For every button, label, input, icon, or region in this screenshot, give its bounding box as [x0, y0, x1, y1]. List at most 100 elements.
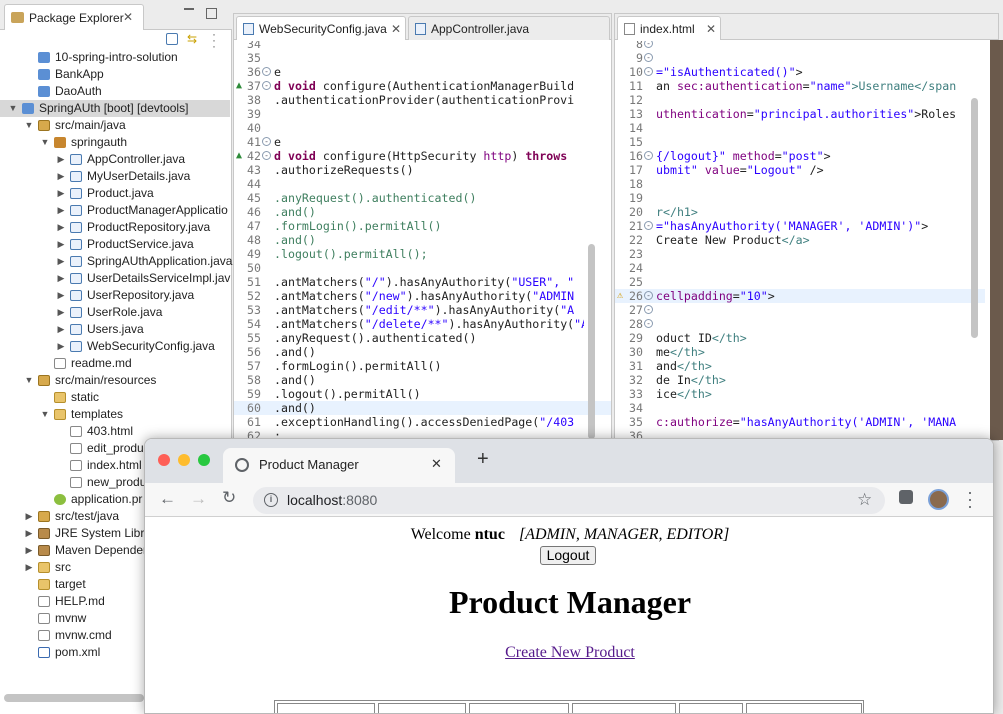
address-bar[interactable]: i localhost:8080 ☆	[253, 487, 885, 514]
reload-icon[interactable]: ↻	[222, 488, 236, 508]
tree-item[interactable]: ▶ UserRepository.java	[0, 287, 230, 304]
override-marker-icon[interactable]: ▲	[236, 79, 242, 93]
chevron-right-icon[interactable]: ▶	[24, 559, 34, 576]
forward-icon[interactable]: →	[190, 489, 207, 509]
chevron-right-icon[interactable]: ▶	[56, 253, 66, 270]
tree-item[interactable]: BankApp	[0, 66, 230, 83]
chevron-right-icon[interactable]: ▶	[24, 508, 34, 525]
tree-item[interactable]: ▼ SpringAUth [boot] [devtools]	[0, 100, 230, 117]
browser-tab[interactable]: Product Manager ✕	[223, 448, 455, 483]
tree-item[interactable]: ▼ springauth	[0, 134, 230, 151]
chevron-right-icon[interactable]: ▶	[56, 185, 66, 202]
fold-toggle-icon[interactable]: -	[262, 151, 271, 160]
chevron-down-icon[interactable]: ▼	[40, 406, 50, 423]
fold-toggle-icon[interactable]: -	[644, 41, 653, 48]
code-line: 59 .logout().permitAll()	[234, 387, 611, 401]
fold-toggle-icon[interactable]: -	[262, 81, 271, 90]
chevron-down-icon[interactable]: ▼	[24, 372, 34, 389]
tree-item[interactable]: ▶ ProductRepository.java	[0, 219, 230, 236]
extensions-icon[interactable]	[899, 490, 913, 504]
chevron-right-icon[interactable]: ▶	[24, 525, 34, 542]
minimize-icon[interactable]	[184, 8, 194, 10]
package-explorer-tab[interactable]: Package Explorer ✕	[4, 4, 144, 30]
fold-toggle-icon[interactable]: -	[644, 319, 653, 328]
tree-item[interactable]: ▶ WebSecurityConfig.java	[0, 338, 230, 355]
create-product-link[interactable]: Create New Product	[505, 644, 635, 661]
vertical-scrollbar[interactable]	[971, 98, 978, 338]
chevron-down-icon[interactable]: ▼	[40, 134, 50, 151]
more-icon[interactable]: · · ·	[967, 483, 973, 515]
tree-item[interactable]: ▶ ProductService.java	[0, 236, 230, 253]
java-code-area[interactable]: 34 35 36- e 37 ▲ - d void configure(Authenticat…	[234, 41, 611, 440]
logout-button[interactable]: Logout	[540, 546, 596, 565]
vertical-scrollbar[interactable]	[588, 244, 595, 439]
html-code-area[interactable]: 8-9-10- ="isAuthenticated()"> 11 an sec:aut…	[615, 41, 985, 440]
fold-toggle-icon[interactable]: -	[644, 305, 653, 314]
file-icon	[70, 426, 82, 437]
chevron-right-icon[interactable]: ▶	[56, 202, 66, 219]
folder-icon	[38, 562, 50, 573]
view-menu-icon[interactable]: · · ·	[212, 28, 216, 52]
info-icon[interactable]: i	[264, 493, 278, 507]
fold-toggle-icon[interactable]: -	[644, 53, 653, 62]
chevron-right-icon[interactable]: ▶	[56, 219, 66, 236]
tree-item[interactable]: ▶ MyUserDetails.java	[0, 168, 230, 185]
link-editor-icon[interactable]: ⇆	[187, 32, 197, 46]
tree-item[interactable]: static	[0, 389, 230, 406]
warning-icon[interactable]: ⚠	[617, 289, 623, 303]
page-heading: Product Manager	[448, 584, 692, 620]
tree-item[interactable]: DaoAuth	[0, 83, 230, 100]
chevron-right-icon[interactable]: ▶	[56, 236, 66, 253]
fold-toggle-icon[interactable]: -	[644, 291, 653, 300]
fold-toggle-icon[interactable]: -	[262, 67, 271, 76]
chevron-right-icon[interactable]: ▶	[56, 304, 66, 321]
fold-toggle-icon[interactable]: -	[644, 151, 653, 160]
tab-index-html[interactable]: index.html ✕	[617, 16, 721, 40]
close-icon[interactable]: ✕	[123, 10, 133, 24]
star-icon[interactable]: ☆	[857, 490, 872, 510]
close-window-button[interactable]	[158, 454, 170, 466]
tree-item[interactable]: ▼ src/main/java	[0, 117, 230, 134]
fold-toggle-icon[interactable]: -	[262, 137, 271, 146]
collapse-all-icon[interactable]	[166, 33, 178, 45]
chevron-down-icon[interactable]: ▼	[24, 117, 34, 134]
tree-item[interactable]: ▶ ProductManagerApplicatio	[0, 202, 230, 219]
tree-item[interactable]: ▶ SpringAUthApplication.java	[0, 253, 233, 270]
maximize-icon[interactable]	[206, 8, 217, 19]
chevron-right-icon[interactable]: ▶	[24, 542, 34, 559]
tree-item[interactable]: readme.md	[0, 355, 230, 372]
tab-websecurityconfig[interactable]: WebSecurityConfig.java ✕	[236, 16, 406, 40]
new-tab-icon[interactable]: +	[477, 448, 489, 471]
globe-icon	[235, 458, 249, 472]
back-icon[interactable]: ←	[159, 489, 176, 509]
file-icon	[70, 460, 82, 471]
tree-item[interactable]: ▼ templates	[0, 406, 230, 423]
chevron-right-icon[interactable]: ▶	[56, 270, 66, 287]
horizontal-scrollbar[interactable]	[4, 694, 144, 702]
maximize-window-button[interactable]	[198, 454, 210, 466]
code-line: 31 and</th>	[615, 359, 985, 373]
fold-toggle-icon[interactable]: -	[644, 67, 653, 76]
chevron-right-icon[interactable]: ▶	[56, 338, 66, 355]
tree-item[interactable]: ▶ UserDetailsServiceImpl.jav	[0, 270, 231, 287]
close-icon[interactable]: ✕	[431, 456, 442, 472]
tree-item[interactable]: ▶ UserRole.java	[0, 304, 230, 321]
chevron-right-icon[interactable]: ▶	[56, 321, 66, 338]
minimize-window-button[interactable]	[178, 454, 190, 466]
fold-toggle-icon[interactable]: -	[644, 221, 653, 230]
tree-item[interactable]: ▶ AppController.java	[0, 151, 230, 168]
chevron-right-icon[interactable]: ▶	[56, 168, 66, 185]
override-marker-icon[interactable]: ▲	[236, 149, 242, 163]
tree-item[interactable]: ▶ Product.java	[0, 185, 230, 202]
tree-item[interactable]: 10-spring-intro-solution	[0, 49, 230, 66]
code-text: .and()	[274, 205, 316, 219]
close-icon[interactable]: ✕	[706, 22, 716, 36]
tab-appcontroller[interactable]: AppController.java	[408, 16, 610, 40]
close-icon[interactable]: ✕	[391, 22, 401, 36]
profile-avatar[interactable]	[928, 489, 949, 510]
chevron-right-icon[interactable]: ▶	[56, 151, 66, 168]
tree-item[interactable]: ▶ Users.java	[0, 321, 230, 338]
chevron-right-icon[interactable]: ▶	[56, 287, 66, 304]
chevron-down-icon[interactable]: ▼	[8, 100, 18, 117]
tree-item[interactable]: ▼ src/main/resources	[0, 372, 230, 389]
